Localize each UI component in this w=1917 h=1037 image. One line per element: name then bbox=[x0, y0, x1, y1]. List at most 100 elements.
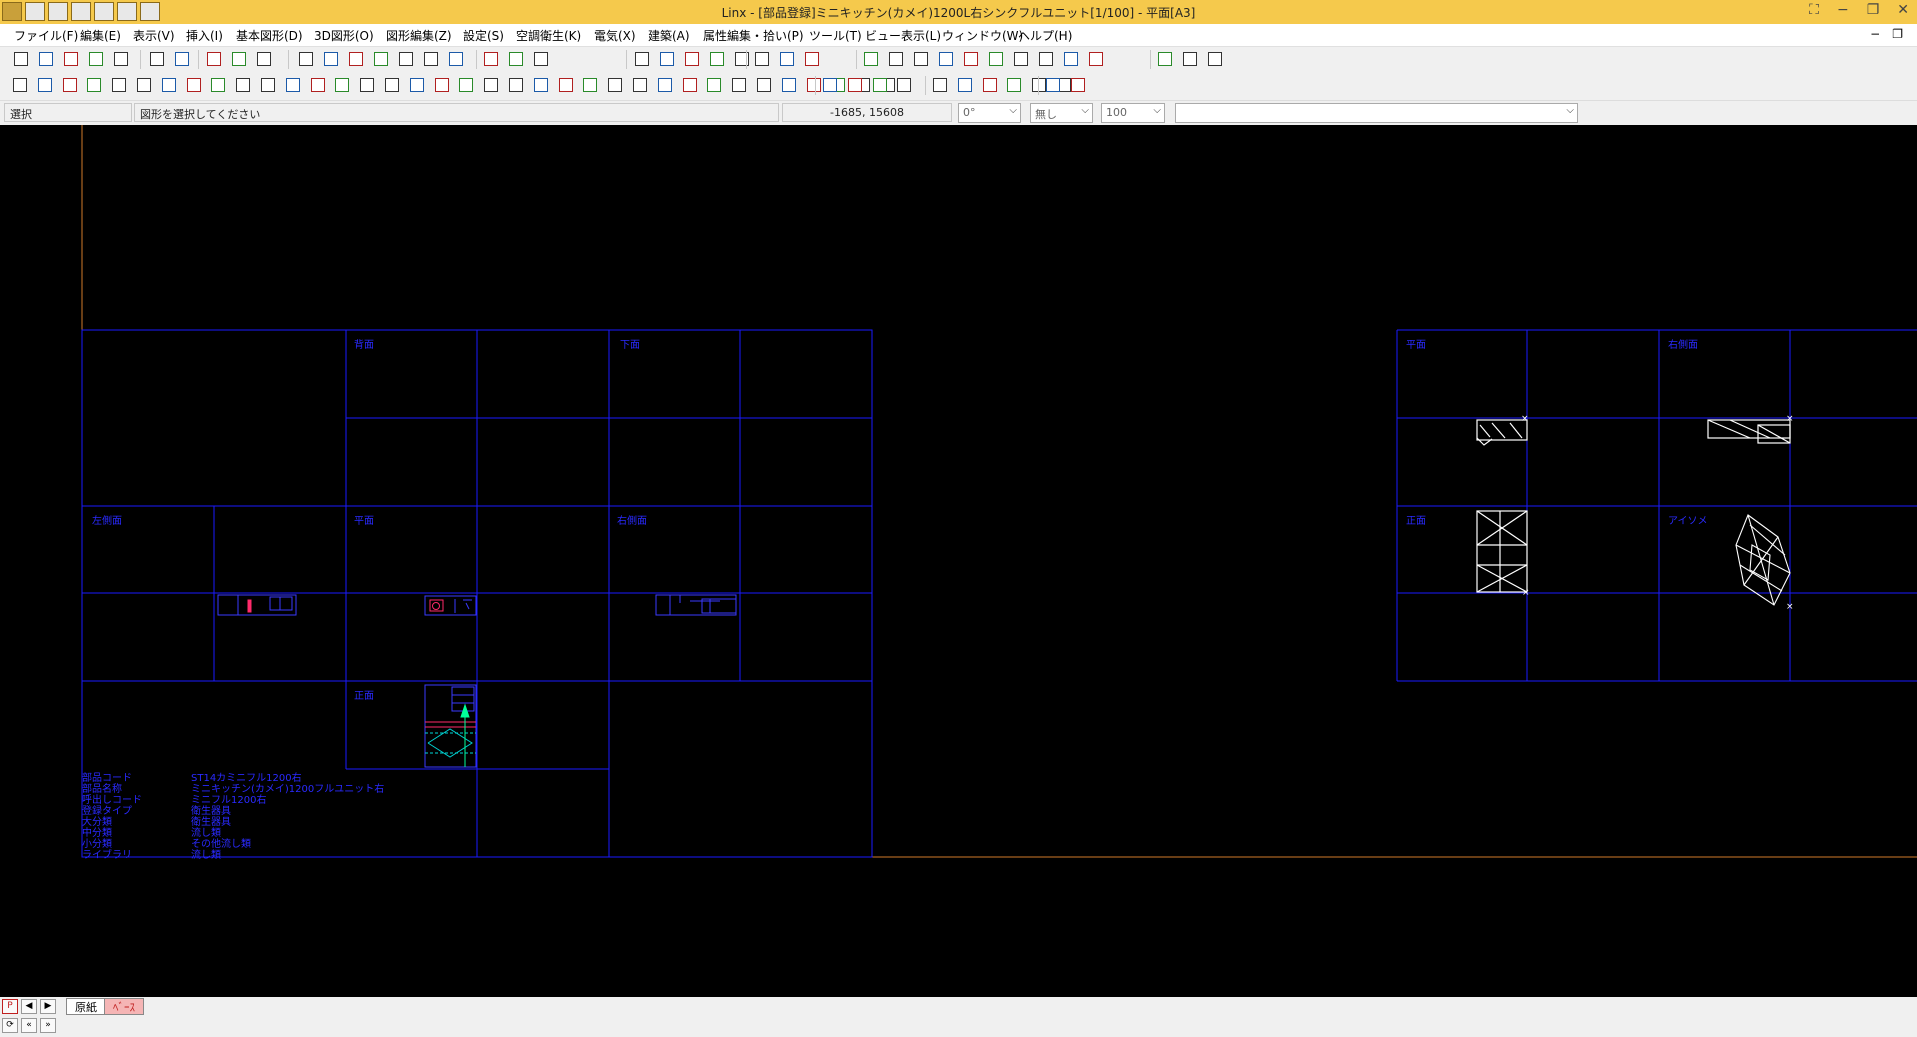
tab-genshi[interactable]: 原紙 bbox=[66, 998, 106, 1015]
tool-button[interactable] bbox=[424, 52, 438, 66]
tool-button[interactable] bbox=[864, 52, 878, 66]
print-preview-icon[interactable] bbox=[89, 52, 103, 66]
tab-base[interactable]: ﾍﾞｰｽ bbox=[104, 998, 144, 1015]
tool-button[interactable] bbox=[399, 52, 413, 66]
tool-button[interactable] bbox=[757, 78, 771, 92]
tool-button[interactable] bbox=[1046, 78, 1060, 92]
restore-button[interactable]: ❐ bbox=[1867, 2, 1880, 18]
tool-button[interactable] bbox=[558, 78, 573, 92]
menu-basic-shapes[interactable]: 基本図形(D) bbox=[236, 27, 303, 44]
tool-button[interactable] bbox=[635, 52, 649, 66]
tool-button[interactable] bbox=[257, 52, 271, 66]
print-icon[interactable] bbox=[114, 52, 128, 66]
tool-button[interactable] bbox=[933, 78, 947, 92]
tool-button[interactable] bbox=[533, 78, 548, 92]
tool-button[interactable] bbox=[299, 52, 313, 66]
tool-button[interactable] bbox=[660, 52, 674, 66]
menu-tools[interactable]: ツール(T) bbox=[809, 27, 862, 44]
tool-button[interactable] bbox=[806, 78, 821, 92]
menu-window[interactable]: ウィンドウ(W) bbox=[942, 27, 1023, 44]
prev-sheet-button[interactable]: ◀ bbox=[21, 999, 37, 1014]
tool-button[interactable] bbox=[732, 78, 747, 92]
menu-attribute[interactable]: 属性編集・拾い(P) bbox=[703, 27, 804, 44]
tool-button[interactable] bbox=[914, 52, 928, 66]
first-sheet-button[interactable]: « bbox=[21, 1018, 37, 1033]
tool-button[interactable] bbox=[112, 78, 127, 92]
tool-button[interactable] bbox=[889, 52, 903, 66]
tool-button[interactable] bbox=[232, 52, 246, 66]
linetype-select[interactable]: 無し ⌵ bbox=[1030, 103, 1093, 123]
tool-button[interactable] bbox=[459, 78, 474, 92]
tool-button[interactable] bbox=[161, 78, 176, 92]
mdi-restore-button[interactable]: ❐ bbox=[1892, 27, 1903, 41]
menu-architecture[interactable]: 建築(A) bbox=[648, 27, 690, 44]
tool-button[interactable] bbox=[989, 52, 1003, 66]
tool-button[interactable] bbox=[137, 78, 151, 92]
last-sheet-button[interactable]: » bbox=[40, 1018, 56, 1033]
tool-button[interactable] bbox=[633, 78, 647, 92]
tool-button[interactable] bbox=[349, 52, 363, 66]
tool-button[interactable] bbox=[509, 78, 523, 92]
tool-button[interactable] bbox=[236, 78, 251, 92]
tool-button[interactable] bbox=[608, 78, 623, 92]
tool-button[interactable] bbox=[62, 78, 77, 92]
tool-button[interactable] bbox=[710, 52, 724, 66]
menu-electric[interactable]: 電気(X) bbox=[594, 27, 636, 44]
mdi-minimize-button[interactable]: − bbox=[1870, 27, 1880, 41]
menu-view-display[interactable]: ビュー表示(L) bbox=[865, 27, 941, 44]
tool-button[interactable] bbox=[682, 78, 697, 92]
tool-button[interactable] bbox=[982, 78, 997, 92]
next-sheet-button[interactable]: ▶ bbox=[40, 999, 56, 1014]
tool-button[interactable] bbox=[1064, 52, 1078, 66]
menu-view[interactable]: 表示(V) bbox=[133, 27, 175, 44]
tool-button[interactable] bbox=[374, 52, 388, 66]
tool-button[interactable] bbox=[186, 78, 201, 92]
tool-button[interactable] bbox=[534, 52, 548, 66]
tool-button[interactable] bbox=[897, 78, 912, 92]
redo-icon[interactable] bbox=[175, 52, 189, 66]
undo-icon[interactable] bbox=[150, 52, 164, 66]
tool-button[interactable] bbox=[1183, 52, 1197, 66]
tool-button[interactable] bbox=[964, 52, 978, 66]
tool-button[interactable] bbox=[847, 78, 862, 92]
tool-button[interactable] bbox=[310, 78, 325, 92]
tool-button[interactable] bbox=[657, 78, 672, 92]
angle-select[interactable]: 0° ⌵ bbox=[958, 103, 1021, 123]
tool-button[interactable] bbox=[1014, 52, 1028, 66]
drawing-canvas[interactable]: 背面 下面 左側面 平面 右側面 正面 平面 右側面 正面 アイソメ × × ×… bbox=[0, 125, 1917, 997]
tool-button[interactable] bbox=[872, 78, 887, 92]
tool-button[interactable] bbox=[335, 78, 350, 92]
tool-button[interactable] bbox=[13, 78, 27, 92]
tool-button[interactable] bbox=[805, 52, 819, 66]
menu-help[interactable]: ヘルプ(H) bbox=[1018, 27, 1072, 44]
print-icon[interactable]: P bbox=[2, 999, 18, 1014]
tool-button[interactable] bbox=[1032, 78, 1047, 92]
tool-button[interactable] bbox=[939, 52, 953, 66]
tool-button[interactable] bbox=[360, 78, 375, 92]
menu-settings[interactable]: 設定(S) bbox=[463, 27, 504, 44]
tool-button[interactable] bbox=[324, 52, 338, 66]
cad-drawing[interactable]: 背面 下面 左側面 平面 右側面 正面 平面 右側面 正面 アイソメ × × ×… bbox=[0, 125, 1917, 997]
menu-edit[interactable]: 編集(E) bbox=[80, 27, 121, 44]
new-file-icon[interactable] bbox=[14, 52, 28, 66]
tool-button[interactable] bbox=[37, 78, 52, 92]
open-file-icon[interactable] bbox=[39, 52, 53, 66]
tool-button[interactable] bbox=[957, 78, 972, 92]
menu-file[interactable]: ファイル(F) bbox=[14, 27, 78, 44]
tool-button[interactable] bbox=[434, 78, 449, 92]
tool-button[interactable] bbox=[385, 78, 399, 92]
tool-button[interactable] bbox=[1089, 52, 1103, 66]
tool-button[interactable] bbox=[823, 78, 837, 92]
tool-button[interactable] bbox=[780, 52, 794, 66]
tool-button[interactable] bbox=[207, 52, 221, 66]
tool-button[interactable] bbox=[781, 78, 796, 92]
tool-button[interactable] bbox=[285, 78, 300, 92]
tool-button[interactable] bbox=[1158, 52, 1172, 66]
close-button[interactable]: ✕ bbox=[1897, 2, 1909, 18]
tool-button[interactable] bbox=[1039, 52, 1053, 66]
tool-button[interactable] bbox=[484, 78, 499, 92]
tool-button[interactable] bbox=[1007, 78, 1022, 92]
save-icon[interactable] bbox=[64, 52, 78, 66]
layer-select[interactable]: ⌵ bbox=[1175, 103, 1578, 123]
tool-button[interactable] bbox=[1070, 78, 1085, 92]
